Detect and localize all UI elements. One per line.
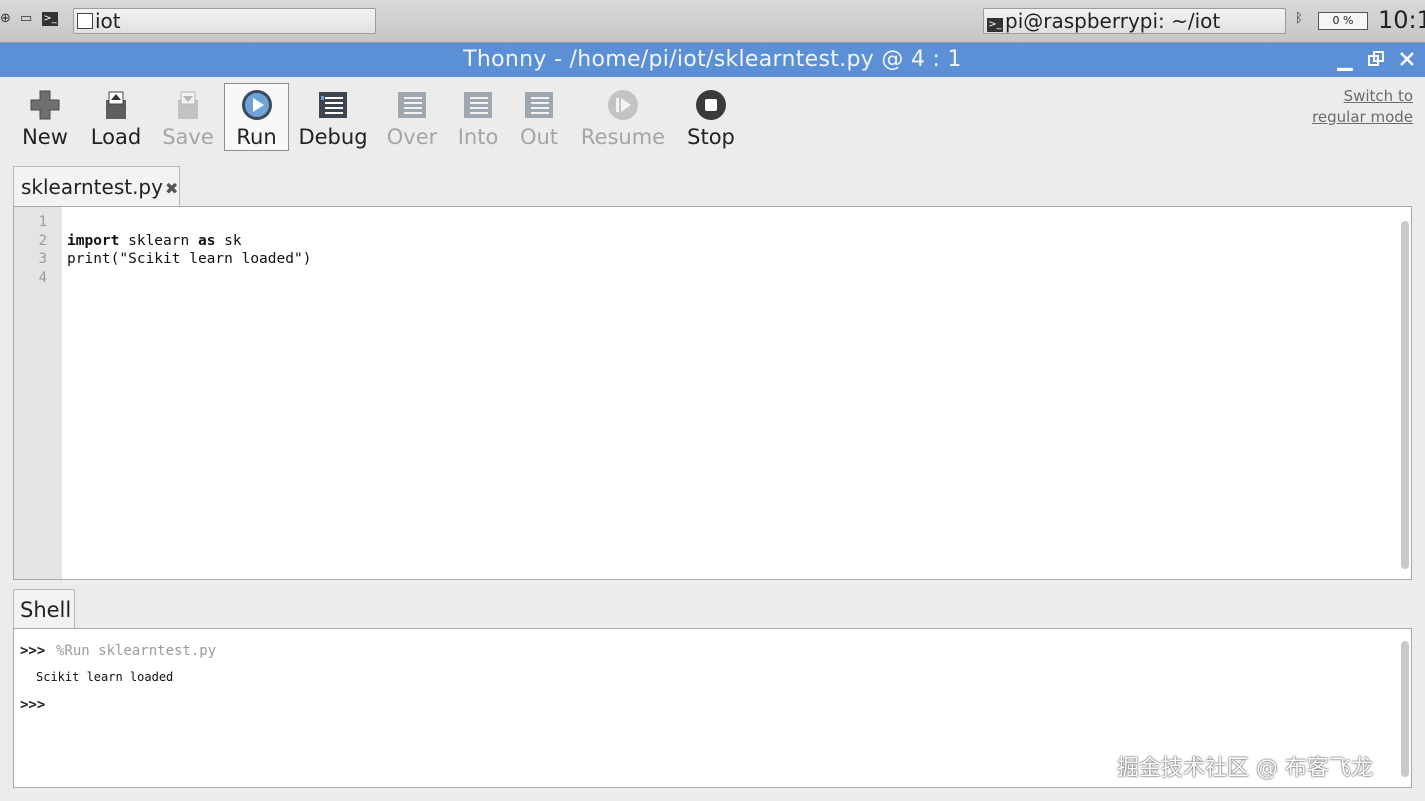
line-number-gutter: 1 2 3 4 xyxy=(14,207,62,579)
line-number: 2 xyxy=(38,233,47,249)
step-out-icon xyxy=(525,92,553,118)
bluetooth-icon[interactable]: ᛒ xyxy=(1295,12,1309,26)
watermark: 掘金技术社区 @ 布客飞龙 xyxy=(1117,756,1373,781)
code-editor[interactable]: 1 2 3 4 import sklearn as sk print("Scik… xyxy=(13,206,1412,580)
file-manager-icon[interactable]: ▭ xyxy=(20,12,34,26)
tab-label: sklearntest.py xyxy=(21,175,163,199)
switch-link-line1: Switch to xyxy=(1343,87,1413,105)
step-over-button[interactable]: Over xyxy=(384,84,440,150)
new-button[interactable]: New xyxy=(14,84,76,150)
step-out-button-label: Out xyxy=(519,125,559,149)
clock[interactable]: 10:1 xyxy=(1378,6,1425,34)
keyword-as: as xyxy=(197,233,216,249)
switch-link-line2: regular mode xyxy=(1312,108,1413,126)
run-button[interactable]: Run xyxy=(224,83,289,151)
load-button[interactable]: Load xyxy=(86,84,146,150)
stop-button-label: Stop xyxy=(687,125,735,149)
load-button-label: Load xyxy=(90,125,142,149)
editor-scrollbar[interactable] xyxy=(1401,221,1409,569)
tab-sklearntest[interactable]: sklearntest.py ✖ xyxy=(13,166,180,206)
window-title: Thonny - /home/pi/iot/sklearntest.py @ 4… xyxy=(463,47,962,72)
folder-window-icon xyxy=(77,13,93,29)
tab-close-icon[interactable]: ✖ xyxy=(165,179,178,198)
taskbar: ⊕ ▭ >_ iot >_ pi@raspberrypi: ~/iot ᛒ 0 %… xyxy=(0,0,1425,43)
line-number: 3 xyxy=(38,251,47,267)
battery-text: 0 % xyxy=(1332,14,1354,27)
minimize-icon[interactable]: ▁ xyxy=(1334,47,1356,71)
taskbar-window-terminal-label: pi@raspberrypi: ~/iot xyxy=(1005,9,1221,33)
step-into-button[interactable]: Into xyxy=(452,84,504,150)
debug-icon xyxy=(319,92,347,118)
battery-indicator[interactable]: 0 % xyxy=(1318,12,1368,30)
step-out-button[interactable]: Out xyxy=(514,84,564,150)
resume-icon xyxy=(608,90,638,120)
line-number: 4 xyxy=(38,270,47,286)
debug-button[interactable]: Debug xyxy=(297,84,369,150)
resume-button[interactable]: Resume xyxy=(578,84,668,150)
step-into-button-label: Into xyxy=(457,125,499,149)
shell-scrollbar[interactable] xyxy=(1401,641,1409,777)
switch-to-regular-mode-link[interactable]: Switch to regular mode xyxy=(1312,86,1413,128)
step-over-icon xyxy=(398,92,426,118)
load-icon xyxy=(106,91,126,119)
code-text: sklearn xyxy=(119,233,198,249)
resume-button-label: Resume xyxy=(580,125,666,149)
maximize-icon[interactable] xyxy=(1365,47,1387,71)
taskbar-window-iot-label: iot xyxy=(95,9,121,33)
window-titlebar[interactable]: Thonny - /home/pi/iot/sklearntest.py @ 4… xyxy=(0,43,1425,77)
taskbar-window-iot[interactable]: iot xyxy=(73,8,376,34)
close-icon[interactable] xyxy=(1396,47,1418,71)
terminal-icon[interactable]: >_ xyxy=(42,12,60,26)
plus-icon xyxy=(30,90,60,120)
toolbar: New Load Save Run Debug Over Into Out Re… xyxy=(0,78,1425,162)
shell-prompt: >>> xyxy=(20,643,46,659)
terminal-window-icon: >_ xyxy=(987,18,1003,32)
save-button-label: Save xyxy=(162,125,214,149)
globe-icon[interactable]: ⊕ xyxy=(0,12,14,26)
shell-prompt[interactable]: >>> xyxy=(20,697,45,713)
step-into-icon xyxy=(464,92,492,118)
new-button-label: New xyxy=(22,125,68,149)
stop-button[interactable]: Stop xyxy=(682,84,740,150)
keyword-import: import xyxy=(67,233,120,249)
line-number: 1 xyxy=(38,214,47,230)
stop-icon xyxy=(696,90,726,120)
tab-shell[interactable]: Shell xyxy=(13,589,75,629)
shell-command: %Run sklearntest.py xyxy=(56,643,217,659)
taskbar-window-terminal[interactable]: >_ pi@raspberrypi: ~/iot xyxy=(983,8,1286,34)
shell-output: Scikit learn loaded xyxy=(36,670,174,684)
debug-button-label: Debug xyxy=(298,125,368,149)
save-button[interactable]: Save xyxy=(158,84,218,150)
step-over-button-label: Over xyxy=(386,125,438,149)
save-icon xyxy=(178,91,198,119)
run-button-label: Run xyxy=(236,125,277,149)
code-line-3[interactable]: print("Scikit learn loaded") xyxy=(67,250,311,268)
run-icon xyxy=(241,90,272,120)
code-text: sk xyxy=(215,233,242,249)
code-line-2[interactable]: import sklearn as sk xyxy=(67,232,242,250)
